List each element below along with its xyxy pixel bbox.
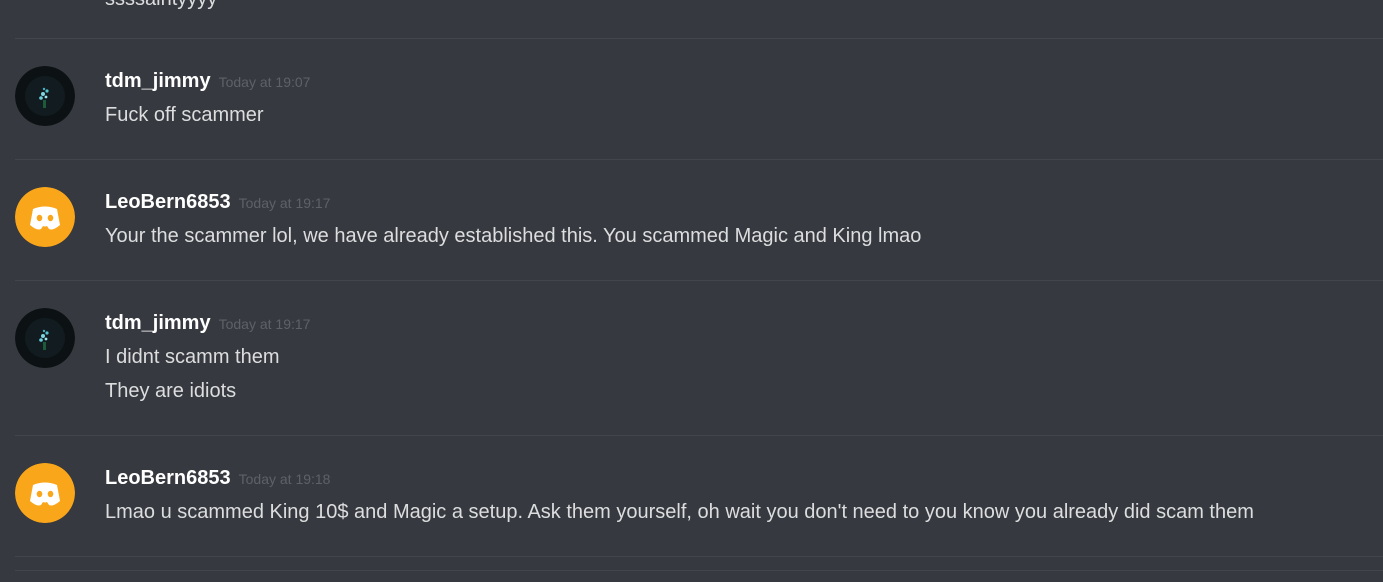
message-group: LeoBern6853 Today at 19:17 Your the scamm… [0,187,1383,257]
username-text[interactable]: LeoBern6853 [105,191,231,213]
username-text[interactable]: LeoBern6853 [105,467,231,489]
message-text: Lmao u scammed King 10$ and Magic a setu… [105,501,1254,523]
message-divider [15,280,1383,281]
timestamp: Today at 19:18 [238,471,331,487]
dark-avatar-icon[interactable] [15,66,75,126]
message-group: LeoBern6853 Today at 19:18 Lmao u scammed… [0,463,1383,533]
username[interactable]: tdm_jimmy Today at 19:07 [105,68,310,95]
username-text[interactable]: tdm_jimmy [105,312,211,334]
dark-avatar-icon[interactable] [15,308,75,368]
timestamp: Today at 19:07 [218,74,311,90]
timestamp: Today at 19:17 [218,316,311,332]
username[interactable]: tdm_jimmy Today at 19:17 [105,310,310,337]
timestamp: Today at 19:17 [238,195,331,211]
message-divider [15,435,1383,436]
chat-messages: ssssaintyyyy tdm_jimmy Today at 19:07 Fuc… [0,0,1383,582]
message-divider [15,38,1383,39]
discord-default-avatar-icon[interactable] [15,463,75,523]
message-text-cut-off: ssssaintyyyy [105,0,217,11]
message-divider [15,159,1383,160]
message-divider [15,556,1383,557]
username[interactable]: LeoBern6853 Today at 19:17 [105,189,330,216]
message-divider [15,570,1383,571]
discord-default-avatar-icon[interactable] [15,187,75,247]
message-text: They are idiots [105,380,237,402]
message-group: tdm_jimmy Today at 19:07 Fuck off scammer [0,66,1383,136]
username[interactable]: LeoBern6853 Today at 19:18 [105,465,330,492]
username-text[interactable]: tdm_jimmy [105,70,211,92]
message-group: tdm_jimmy Today at 19:17 I didnt scamm th… [0,308,1383,412]
message-text: I didnt scamm them [105,346,280,368]
message-text: Your the scammer lol, we have already es… [105,225,922,247]
message-text: Fuck off scammer [105,104,264,126]
